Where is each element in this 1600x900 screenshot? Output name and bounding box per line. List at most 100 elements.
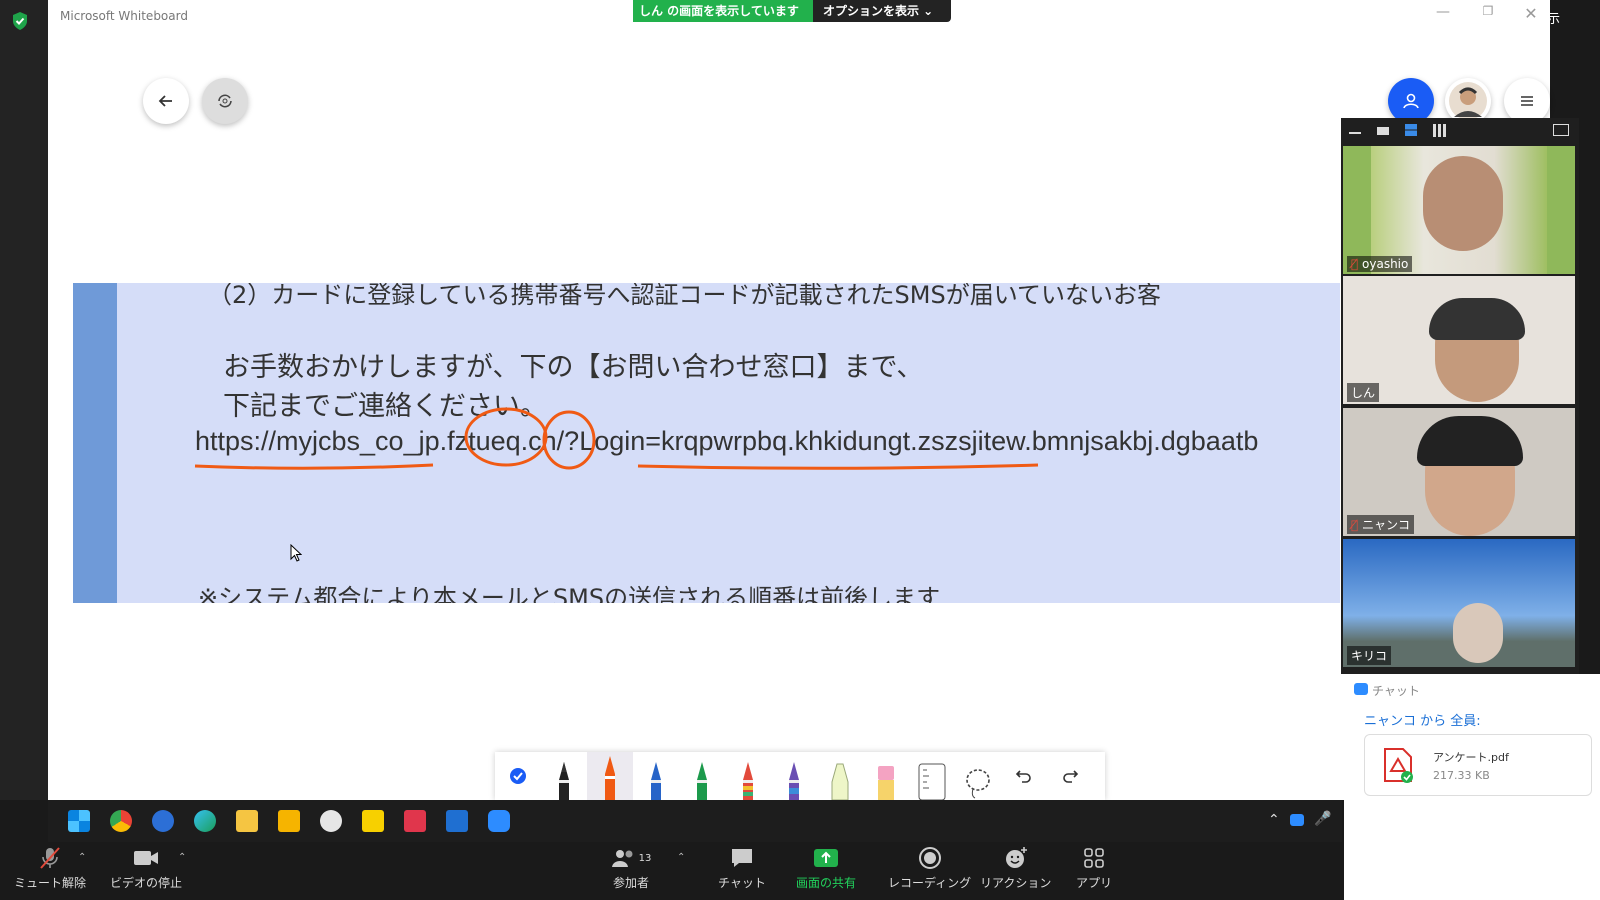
zoom-control-bar: ミュート解除 ⌃ ビデオの停止 ⌃ 13 参加者 ⌃ チャット 画面の共有 レコ… [0,842,1344,900]
chat-button[interactable]: チャット [718,846,766,891]
reactions-label: リアクション [980,876,1052,890]
apps-icon [1081,846,1107,870]
tray-chevron-icon[interactable]: ⌃ [1268,812,1280,828]
zoom-icon [1354,683,1368,695]
whiteboard-app-icon[interactable] [446,810,468,832]
maximize-button[interactable]: ❐ [1473,4,1503,26]
chrome-icon[interactable] [110,810,132,832]
file-explorer-icon[interactable] [236,810,258,832]
paint-icon[interactable] [320,810,342,832]
chat-sender: ニャンコ から 全員: [1364,714,1481,729]
pen-blue-icon [651,762,661,800]
ink-underline-2 [637,463,1039,470]
record-label: レコーディング [888,876,972,890]
windows-start-icon[interactable] [68,810,90,832]
popout-icon[interactable] [1553,124,1569,136]
ink-circle-2 [542,410,596,470]
chat-file-attachment[interactable]: アンケート.pdf 217.33 KB [1364,734,1592,796]
unmute-button[interactable]: ミュート解除 [14,846,86,891]
share-screen-icon [813,846,839,870]
chat-panel: チャット ニャンコ から 全員: アンケート.pdf 217.33 KB [1344,674,1600,900]
pen-orange-icon [605,756,615,800]
video-camera-icon [133,846,159,870]
participants-label: 参加者 [612,876,649,890]
eraser-icon [878,766,894,800]
snipping-tool-icon[interactable] [404,810,426,832]
pen-green-icon [697,762,707,800]
tray-zoom-icon[interactable] [1290,814,1304,826]
participant-name: しん [1347,383,1380,402]
back-button[interactable] [143,78,189,124]
pen-galaxy-icon [789,762,799,800]
participants-button[interactable]: 13 参加者 [606,846,656,891]
reactions-button[interactable]: リアクション [980,846,1051,891]
gallery-view-icon[interactable] [1433,124,1446,137]
video-tile[interactable]: 🎙̸ oyashio [1343,146,1575,274]
mouse-cursor-icon [290,544,302,562]
participant-name: 🎙̸ ニャンコ [1347,515,1415,534]
window-title: Microsoft Whiteboard [60,9,188,23]
lasso-tool[interactable] [955,752,1001,800]
ink-circle-1 [464,407,548,467]
participant-name: キリコ [1347,646,1392,665]
pen-rainbow[interactable] [725,752,771,800]
minimize-view-icon[interactable] [1349,132,1361,134]
ruler-icon [918,763,946,800]
tray-mic-icon[interactable]: 🎤 [1314,811,1331,827]
participants-caret-icon[interactable]: ⌃ [677,852,685,863]
edge-icon[interactable] [194,810,216,832]
chat-label: チャット [718,876,766,890]
video-options-caret-icon[interactable]: ⌃ [178,852,186,863]
share-screen-label: 画面の共有 [796,876,857,890]
undo-button[interactable] [1001,752,1047,800]
select-tool[interactable] [495,752,541,800]
lasso-icon [966,769,990,799]
sync-icon [218,94,232,108]
share-screen-button[interactable]: 画面の共有 [796,846,856,891]
participant-hair [1417,416,1523,466]
pasted-slide-image[interactable]: （2）カードに登録している携帯番号へ認証コードが記載されたSMSが届いていないお… [73,283,1340,603]
audio-options-caret-icon[interactable]: ⌃ [78,852,86,863]
participant-count: 13 [638,852,652,864]
sync-button[interactable] [202,78,248,124]
eraser[interactable] [863,752,909,800]
apps-button[interactable]: アプリ [1076,846,1112,891]
video-tile[interactable]: しん [1343,276,1575,404]
stop-video-button[interactable]: ビデオの停止 [110,846,182,891]
ruler[interactable] [909,752,955,800]
speaker-view-icon[interactable] [1377,127,1389,135]
minimize-button[interactable]: — [1428,4,1458,26]
smiley-icon [1003,846,1029,870]
video-tile[interactable]: キリコ [1343,539,1575,667]
highlighter[interactable] [817,752,863,800]
video-tile[interactable]: 🎙̸ ニャンコ [1343,408,1575,536]
windows-taskbar: ⌃ 🎤 [48,800,1342,842]
chat-title: チャット [1372,684,1420,698]
ink-annotations [194,407,1039,470]
hamburger-icon [1521,96,1533,106]
pen-galaxy[interactable] [771,752,817,800]
pdf-icon [1384,748,1413,783]
arrow-left-icon [158,95,172,107]
thunderbird-icon[interactable] [152,810,174,832]
pen-orange[interactable] [587,752,633,800]
check-circle-icon [510,768,526,784]
zoom-app-icon[interactable] [488,810,510,832]
strip-view-icon[interactable] [1405,124,1417,136]
show-button[interactable]: 表示 [1534,8,1560,27]
pen-black[interactable] [541,752,587,800]
unmute-label: ミュート解除 [14,876,87,890]
view-options-button[interactable]: オプションを表示 ⌄ [823,0,933,22]
stop-video-label: ビデオの停止 [110,876,183,890]
keep-icon[interactable] [278,810,300,832]
pen-blue[interactable] [633,752,679,800]
file-size: 217.33 KB [1433,769,1490,782]
redo-button[interactable] [1047,752,1093,800]
record-icon [917,846,943,870]
participants-icon: 13 [606,846,656,870]
sticky-notes-icon[interactable] [362,810,384,832]
pen-green[interactable] [679,752,725,800]
participant-hair [1429,298,1525,340]
participant-face [1423,156,1503,251]
record-button[interactable]: レコーディング [888,846,971,891]
